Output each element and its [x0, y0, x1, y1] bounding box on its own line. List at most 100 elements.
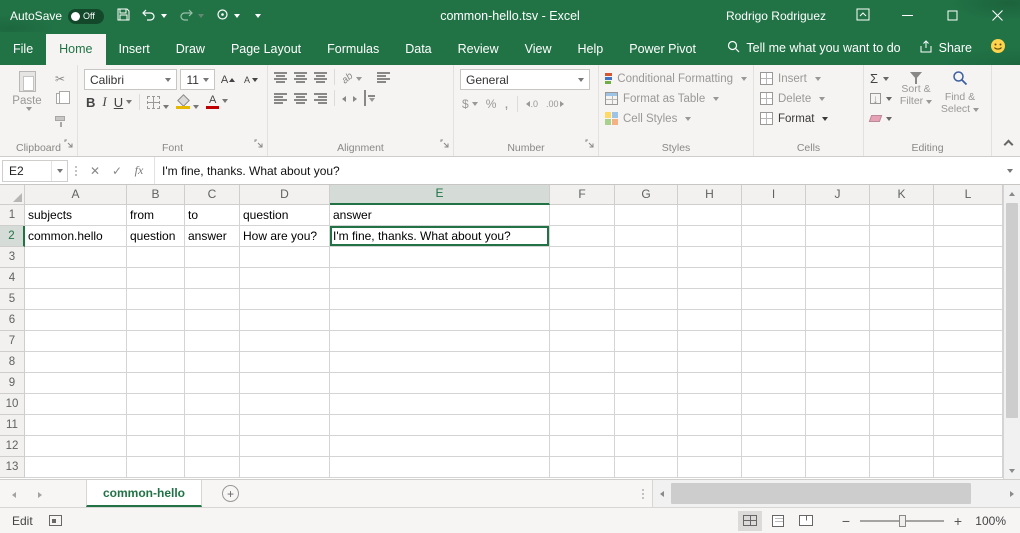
cell-H10[interactable]: [678, 394, 742, 415]
alignment-dialog-launcher[interactable]: [440, 138, 450, 152]
wrap-text-icon[interactable]: [377, 71, 390, 83]
decrease-font-size-button[interactable]: A: [241, 70, 261, 89]
undo-button[interactable]: [137, 0, 172, 32]
align-center-icon[interactable]: [294, 92, 307, 104]
cell-A1[interactable]: subjects: [25, 205, 127, 226]
tell-me-box[interactable]: Tell me what you want to do: [727, 40, 900, 56]
cell-J11[interactable]: [806, 415, 870, 436]
cell-H8[interactable]: [678, 352, 742, 373]
enter-button[interactable]: ✓: [106, 164, 128, 178]
column-header-A[interactable]: A: [25, 185, 127, 205]
ribbon-tab-draw[interactable]: Draw: [163, 34, 218, 65]
cell-D12[interactable]: [240, 436, 330, 457]
formula-bar-drag-handle[interactable]: [75, 166, 77, 168]
cell-E12[interactable]: [330, 436, 550, 457]
sheet-tab-common-hello[interactable]: common-hello: [86, 480, 202, 507]
cell-D10[interactable]: [240, 394, 330, 415]
cell-D6[interactable]: [240, 310, 330, 331]
row-header-7[interactable]: 7: [0, 331, 25, 352]
cell-J3[interactable]: [806, 247, 870, 268]
cell-B7[interactable]: [127, 331, 185, 352]
cell-K3[interactable]: [870, 247, 934, 268]
feedback-smiley-icon[interactable]: [990, 38, 1006, 57]
cell-G11[interactable]: [615, 415, 678, 436]
cell-F8[interactable]: [550, 352, 615, 373]
cell-A5[interactable]: [25, 289, 127, 310]
scroll-left-icon[interactable]: [653, 480, 670, 507]
cell-I3[interactable]: [742, 247, 806, 268]
customize-quick-access-button[interactable]: [247, 0, 266, 32]
cell-A4[interactable]: [25, 268, 127, 289]
ribbon-tab-insert[interactable]: Insert: [106, 34, 163, 65]
font-color-button[interactable]: A: [206, 95, 228, 109]
cell-E7[interactable]: [330, 331, 550, 352]
cell-B4[interactable]: [127, 268, 185, 289]
cell-G12[interactable]: [615, 436, 678, 457]
cell-K2[interactable]: [870, 226, 934, 247]
share-button[interactable]: Share: [919, 40, 972, 56]
page-layout-view-button[interactable]: [766, 511, 790, 531]
cell-E5[interactable]: [330, 289, 550, 310]
cell-D5[interactable]: [240, 289, 330, 310]
font-dialog-launcher[interactable]: [254, 138, 264, 152]
cell-D8[interactable]: [240, 352, 330, 373]
copy-button[interactable]: [50, 89, 70, 108]
row-header-10[interactable]: 10: [0, 394, 25, 415]
cancel-button[interactable]: ✕: [84, 164, 106, 178]
comma-style-button[interactable]: ,: [504, 95, 508, 112]
cell-H3[interactable]: [678, 247, 742, 268]
normal-view-button[interactable]: [738, 511, 762, 531]
ribbon-tab-page-layout[interactable]: Page Layout: [218, 34, 314, 65]
align-middle-icon[interactable]: [294, 71, 307, 83]
cell-H11[interactable]: [678, 415, 742, 436]
macro-record-icon[interactable]: [49, 515, 62, 526]
cell-H2[interactable]: [678, 226, 742, 247]
name-box-dropdown-icon[interactable]: [51, 161, 67, 181]
increase-decimal-button[interactable]: .0: [526, 99, 539, 109]
fill-color-button[interactable]: [176, 96, 199, 109]
cell-C12[interactable]: [185, 436, 240, 457]
row-header-12[interactable]: 12: [0, 436, 25, 457]
ribbon-tab-help[interactable]: Help: [565, 34, 617, 65]
sheet-grid[interactable]: ABCDEFGHIJKL1subjectsfromtoquestionanswe…: [0, 185, 1003, 479]
align-left-icon[interactable]: [274, 92, 287, 104]
ribbon-tab-review[interactable]: Review: [445, 34, 512, 65]
row-header-4[interactable]: 4: [0, 268, 25, 289]
cell-G9[interactable]: [615, 373, 678, 394]
page-break-view-button[interactable]: [794, 511, 818, 531]
cell-D13[interactable]: [240, 457, 330, 478]
cell-L12[interactable]: [934, 436, 1003, 457]
cell-F4[interactable]: [550, 268, 615, 289]
align-top-icon[interactable]: [274, 71, 287, 83]
cell-J1[interactable]: [806, 205, 870, 226]
cell-A2[interactable]: common.hello: [25, 226, 127, 247]
column-header-G[interactable]: G: [615, 185, 678, 205]
column-header-F[interactable]: F: [550, 185, 615, 205]
insert-function-button[interactable]: fx: [128, 163, 150, 178]
cell-B3[interactable]: [127, 247, 185, 268]
font-name-combo[interactable]: Calibri: [84, 69, 177, 90]
new-sheet-button[interactable]: +: [222, 485, 239, 502]
cell-D4[interactable]: [240, 268, 330, 289]
cell-H6[interactable]: [678, 310, 742, 331]
merge-center-button[interactable]: [364, 91, 375, 105]
column-header-H[interactable]: H: [678, 185, 742, 205]
number-format-combo[interactable]: General: [460, 69, 590, 90]
cell-I7[interactable]: [742, 331, 806, 352]
sort-filter-button[interactable]: Sort & Filter: [896, 69, 936, 138]
format-painter-button[interactable]: [50, 109, 70, 128]
cell-C3[interactable]: [185, 247, 240, 268]
cell-G8[interactable]: [615, 352, 678, 373]
cell-J6[interactable]: [806, 310, 870, 331]
cell-F7[interactable]: [550, 331, 615, 352]
cell-G13[interactable]: [615, 457, 678, 478]
cell-I1[interactable]: [742, 205, 806, 226]
cell-K4[interactable]: [870, 268, 934, 289]
cell-E8[interactable]: [330, 352, 550, 373]
ribbon-tab-data[interactable]: Data: [392, 34, 444, 65]
row-header-1[interactable]: 1: [0, 205, 25, 226]
cell-H12[interactable]: [678, 436, 742, 457]
cell-D1[interactable]: question: [240, 205, 330, 226]
paste-button[interactable]: Paste: [6, 69, 48, 138]
cell-G1[interactable]: [615, 205, 678, 226]
